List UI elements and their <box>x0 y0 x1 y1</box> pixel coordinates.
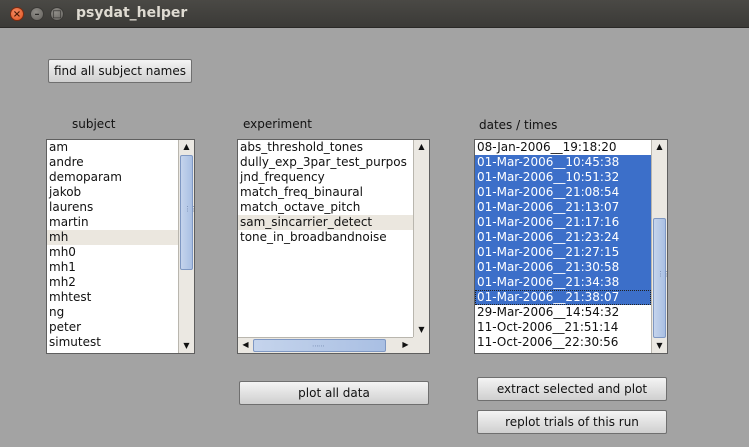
subject-list-item[interactable]: andre <box>47 155 178 170</box>
subject-list-item[interactable]: mhtest <box>47 290 178 305</box>
scrollbar-thumb[interactable]: ⋯⋯ <box>253 339 386 352</box>
subject-list-item[interactable]: mh0 <box>47 245 178 260</box>
subject-scrollbar[interactable]: ▲ ⋮⋮ ▼ <box>178 140 194 353</box>
scroll-down-icon[interactable]: ▼ <box>414 323 429 337</box>
dates-list-item[interactable]: 01-Mar-2006__10:51:32 <box>475 170 651 185</box>
scroll-left-icon[interactable]: ◀ <box>238 338 253 352</box>
dates-list-item[interactable]: 01-Mar-2006__21:27:15 <box>475 245 651 260</box>
grip-icon: ⋮⋮ <box>184 205 195 213</box>
scroll-corner <box>413 337 429 353</box>
subject-list-item[interactable]: am <box>47 140 178 155</box>
experiment-list-item[interactable]: match_octave_pitch <box>238 200 413 215</box>
dates-list-item[interactable]: 01-Mar-2006__21:30:58 <box>475 260 651 275</box>
dates-listbox[interactable]: 08-Jan-2006__19:18:20 01-Mar-2006__10:45:… <box>474 139 668 354</box>
subject-list-item[interactable]: laurens <box>47 200 178 215</box>
extract-selected-button[interactable]: extract selected and plot <box>477 377 667 401</box>
subject-list-item[interactable]: simutest <box>47 335 178 350</box>
plot-all-button[interactable]: plot all data <box>239 381 429 405</box>
subject-list-item[interactable]: ng <box>47 305 178 320</box>
subject-list-item[interactable]: demoparam <box>47 170 178 185</box>
replot-trials-button[interactable]: replot trials of this run <box>477 410 667 434</box>
subject-listbox[interactable]: am andre demoparam jakob laurens martin mh mh0 m… <box>46 139 195 354</box>
subject-list-item[interactable]: mh1 <box>47 260 178 275</box>
dates-list-item[interactable]: 01-Mar-2006__21:38:07 <box>475 290 651 305</box>
dates-list-item[interactable]: 01-Mar-2006__21:13:07 <box>475 200 651 215</box>
close-icon[interactable]: × <box>10 7 24 21</box>
experiment-vscrollbar[interactable]: ▲ ▼ <box>413 140 429 337</box>
dates-list-item[interactable]: 29-Mar-2006__14:54:32 <box>475 305 651 320</box>
experiment-list-item[interactable]: match_freq_binaural <box>238 185 413 200</box>
subject-list: am andre demoparam jakob laurens martin mh mh0 m… <box>47 140 178 353</box>
dates-list-item[interactable]: 01-Mar-2006__21:08:54 <box>475 185 651 200</box>
dates-label: dates / times <box>479 118 558 132</box>
experiment-label: experiment <box>243 117 312 131</box>
scroll-up-icon[interactable]: ▲ <box>179 140 194 154</box>
experiment-list-item[interactable]: dully_exp_3par_test_purpos <box>238 155 413 170</box>
dates-list: 08-Jan-2006__19:18:20 01-Mar-2006__10:45:… <box>475 140 651 353</box>
dates-scrollbar[interactable]: ▲ ⋮⋮ ▼ <box>651 140 667 353</box>
scroll-right-icon[interactable]: ▶ <box>398 338 413 352</box>
dates-list-item[interactable]: 08-Jan-2006__19:18:20 <box>475 140 651 155</box>
dates-list-item[interactable]: 01-Mar-2006__21:23:24 <box>475 230 651 245</box>
experiment-list: abs_threshold_tones dully_exp_3par_test_p… <box>238 140 413 337</box>
scrollbar-thumb[interactable]: ⋮⋮ <box>180 155 195 270</box>
experiment-list-item[interactable]: tone_in_broadbandnoise <box>238 230 413 245</box>
title-bar: × – □ psydat_helper <box>0 0 749 28</box>
experiment-hscrollbar[interactable]: ◀ ⋯⋯ ▶ <box>238 337 413 353</box>
app-window: × – □ psydat_helper find all subject nam… <box>0 0 749 447</box>
subject-list-item[interactable]: martin <box>47 215 178 230</box>
dates-list-item[interactable]: 01-Mar-2006__21:34:38 <box>475 275 651 290</box>
grip-icon: ⋯⋯ <box>312 342 325 350</box>
dates-list-item[interactable]: 01-Mar-2006__10:45:38 <box>475 155 651 170</box>
dates-list-item[interactable]: 01-Mar-2006__21:17:16 <box>475 215 651 230</box>
subject-list-item[interactable]: mh <box>47 230 178 245</box>
scroll-up-icon[interactable]: ▲ <box>652 140 667 154</box>
subject-list-item[interactable]: mh2 <box>47 275 178 290</box>
dates-list-item[interactable]: 11-Oct-2006__22:30:56 <box>475 335 651 350</box>
subject-list-item[interactable]: jakob <box>47 185 178 200</box>
subject-list-item[interactable]: peter <box>47 320 178 335</box>
dates-list-item[interactable]: 11-Oct-2006__21:51:14 <box>475 320 651 335</box>
window-title: psydat_helper <box>76 5 188 21</box>
grip-icon: ⋮⋮ <box>657 270 668 278</box>
scrollbar-thumb[interactable]: ⋮⋮ <box>653 218 668 338</box>
scroll-up-icon[interactable]: ▲ <box>414 140 429 154</box>
find-subjects-button[interactable]: find all subject names <box>48 59 192 83</box>
subject-label: subject <box>72 117 116 131</box>
scroll-down-icon[interactable]: ▼ <box>652 339 667 353</box>
scroll-down-icon[interactable]: ▼ <box>179 339 194 353</box>
experiment-list-item[interactable]: jnd_frequency <box>238 170 413 185</box>
minimize-icon[interactable]: – <box>30 7 44 21</box>
maximize-icon[interactable]: □ <box>50 7 64 21</box>
experiment-listbox[interactable]: abs_threshold_tones dully_exp_3par_test_p… <box>237 139 430 354</box>
experiment-list-item[interactable]: abs_threshold_tones <box>238 140 413 155</box>
experiment-list-item[interactable]: sam_sincarrier_detect <box>238 215 413 230</box>
